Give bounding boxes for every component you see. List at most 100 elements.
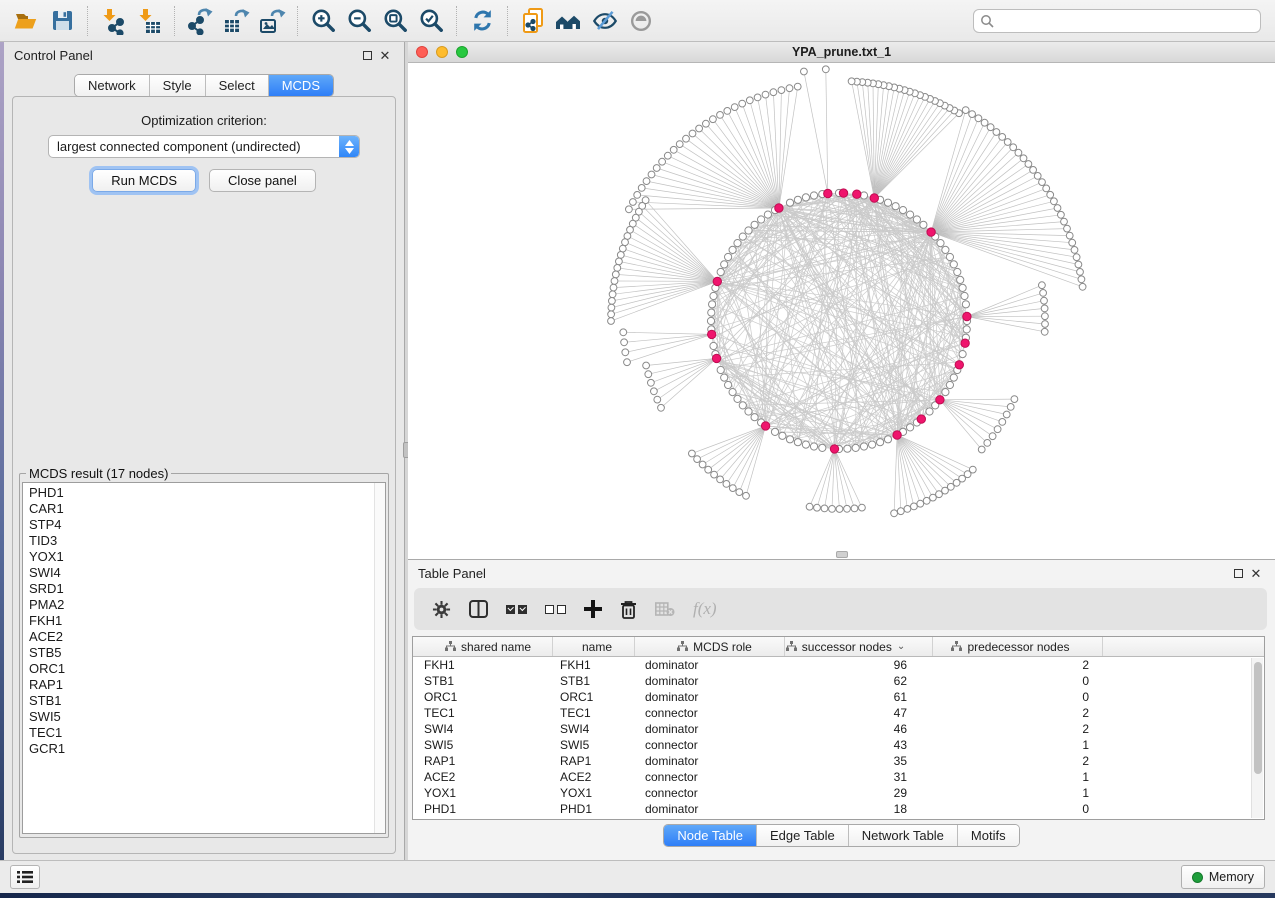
mcds-result-item[interactable]: FKH1 (29, 613, 374, 629)
tab-mcds[interactable]: MCDS (268, 75, 333, 96)
table-row[interactable]: TEC1TEC1connector472 (413, 705, 1264, 721)
table-cell: SWI4 (553, 721, 635, 737)
refresh-layout-icon[interactable] (464, 4, 500, 38)
task-history-button[interactable] (10, 865, 40, 889)
delete-columns-icon[interactable] (620, 600, 637, 619)
run-mcds-button[interactable]: Run MCDS (92, 169, 196, 192)
table-cell: 31 (785, 769, 933, 785)
mcds-result-list[interactable]: PHD1CAR1STP4TID3YOX1SWI4SRD1PMA2FKH1ACE2… (23, 483, 374, 833)
float-panel-icon[interactable] (358, 47, 376, 63)
column-header-predecessor-nodes[interactable]: predecessor nodes (933, 637, 1103, 656)
toolbar-separator (174, 6, 175, 36)
tab-node-table[interactable]: Node Table (664, 825, 756, 846)
mcds-result-item[interactable]: ORC1 (29, 661, 374, 677)
column-header-mcds-role[interactable]: MCDS role (635, 637, 785, 656)
table-cell: 2 (933, 721, 1103, 737)
close-table-panel-icon[interactable]: ✕ (1247, 565, 1265, 581)
optimization-criterion-label: Optimization criterion: (141, 113, 267, 128)
table-row[interactable]: STB1STB1dominator620 (413, 673, 1264, 689)
network-canvas[interactable] (408, 63, 1275, 559)
table-cell: 62 (785, 673, 933, 689)
mcds-result-item[interactable]: GCR1 (29, 741, 374, 757)
tab-select[interactable]: Select (205, 75, 268, 96)
table-cell: 96 (785, 657, 933, 673)
mcds-result-item[interactable]: SWI4 (29, 565, 374, 581)
memory-button[interactable]: Memory (1181, 865, 1265, 889)
node-table-scrollbar[interactable] (1251, 658, 1263, 818)
tab-style[interactable]: Style (149, 75, 205, 96)
table-row[interactable]: FKH1FKH1dominator962 (413, 657, 1264, 673)
table-cell: STB1 (413, 673, 553, 689)
window-minimize-icon[interactable] (436, 46, 448, 58)
mcds-result-item[interactable]: YOX1 (29, 549, 374, 565)
first-neighbors-icon[interactable] (551, 4, 587, 38)
column-header-successor-nodes[interactable]: successor nodes⌄ (785, 637, 933, 656)
column-header-name[interactable]: name (553, 637, 635, 656)
open-file-icon[interactable] (8, 4, 44, 38)
column-header-shared-name[interactable]: shared name (413, 637, 553, 656)
import-table-icon[interactable] (131, 4, 167, 38)
select-all-checkboxes-icon[interactable] (506, 605, 527, 614)
column-header-label: predecessor nodes (967, 640, 1069, 654)
criterion-dropdown[interactable]: largest connected component (undirected) (48, 135, 360, 158)
window-close-icon[interactable] (416, 46, 428, 58)
table-cell: TEC1 (413, 705, 553, 721)
zoom-fit-icon[interactable] (377, 4, 413, 38)
mcds-result-item[interactable]: PHD1 (29, 485, 374, 501)
table-cell-filler (1103, 689, 1264, 705)
table-cell: 1 (933, 737, 1103, 753)
mcds-result-item[interactable]: PMA2 (29, 597, 374, 613)
tab-edge-table[interactable]: Edge Table (756, 825, 848, 846)
zoom-out-icon[interactable] (341, 4, 377, 38)
table-panel: Table Panel ✕ (408, 560, 1275, 860)
search-field[interactable] (973, 9, 1261, 33)
tab-network[interactable]: Network (75, 75, 149, 96)
export-table-icon[interactable] (218, 4, 254, 38)
mcds-result-item[interactable]: STB5 (29, 645, 374, 661)
close-panel-icon[interactable]: ✕ (376, 47, 394, 63)
table-cell: YOX1 (413, 785, 553, 801)
table-row[interactable]: SWI4SWI4dominator462 (413, 721, 1264, 737)
table-cell: 1 (933, 785, 1103, 801)
tab-motifs[interactable]: Motifs (957, 825, 1019, 846)
hide-selected-icon[interactable] (587, 4, 623, 38)
close-panel-button[interactable]: Close panel (209, 169, 316, 192)
table-options-gear-icon[interactable] (432, 600, 451, 619)
search-input[interactable] (999, 14, 1254, 28)
mcds-result-item[interactable]: STB1 (29, 693, 374, 709)
table-row[interactable]: RAP1RAP1dominator352 (413, 753, 1264, 769)
mcds-list-scrollbar[interactable] (374, 483, 385, 833)
float-table-panel-icon[interactable] (1229, 565, 1247, 581)
mcds-result-item[interactable]: SRD1 (29, 581, 374, 597)
mcds-result-item[interactable]: RAP1 (29, 677, 374, 693)
zoom-in-icon[interactable] (305, 4, 341, 38)
table-cell: 0 (933, 689, 1103, 705)
deselect-all-checkboxes-icon[interactable] (545, 605, 566, 614)
add-column-icon[interactable] (584, 600, 602, 618)
show-all-icon[interactable] (623, 4, 659, 38)
export-image-icon[interactable] (254, 4, 290, 38)
scrollbar-thumb[interactable] (1254, 662, 1262, 774)
mcds-result-item[interactable]: TEC1 (29, 725, 374, 741)
export-network-icon[interactable] (182, 4, 218, 38)
zoom-selected-icon[interactable] (413, 4, 449, 38)
mcds-result-item[interactable]: TID3 (29, 533, 374, 549)
network-graph[interactable] (408, 63, 1275, 559)
table-row[interactable]: SWI5SWI5connector431 (413, 737, 1264, 753)
window-zoom-icon[interactable] (456, 46, 468, 58)
table-row[interactable]: PHD1PHD1dominator180 (413, 801, 1264, 817)
import-network-icon[interactable] (95, 4, 131, 38)
toolbar-separator (456, 6, 457, 36)
new-network-from-selection-icon[interactable] (515, 4, 551, 38)
table-row[interactable]: ACE2ACE2connector311 (413, 769, 1264, 785)
show-columns-icon[interactable] (469, 600, 488, 618)
panel-splitter-horizontal-handle[interactable] (836, 551, 848, 558)
table-row[interactable]: YOX1YOX1connector291 (413, 785, 1264, 801)
mcds-result-item[interactable]: STP4 (29, 517, 374, 533)
mcds-result-item[interactable]: ACE2 (29, 629, 374, 645)
table-row[interactable]: ORC1ORC1dominator610 (413, 689, 1264, 705)
save-session-icon[interactable] (44, 4, 80, 38)
tab-network-table[interactable]: Network Table (848, 825, 957, 846)
mcds-result-item[interactable]: SWI5 (29, 709, 374, 725)
mcds-result-item[interactable]: CAR1 (29, 501, 374, 517)
